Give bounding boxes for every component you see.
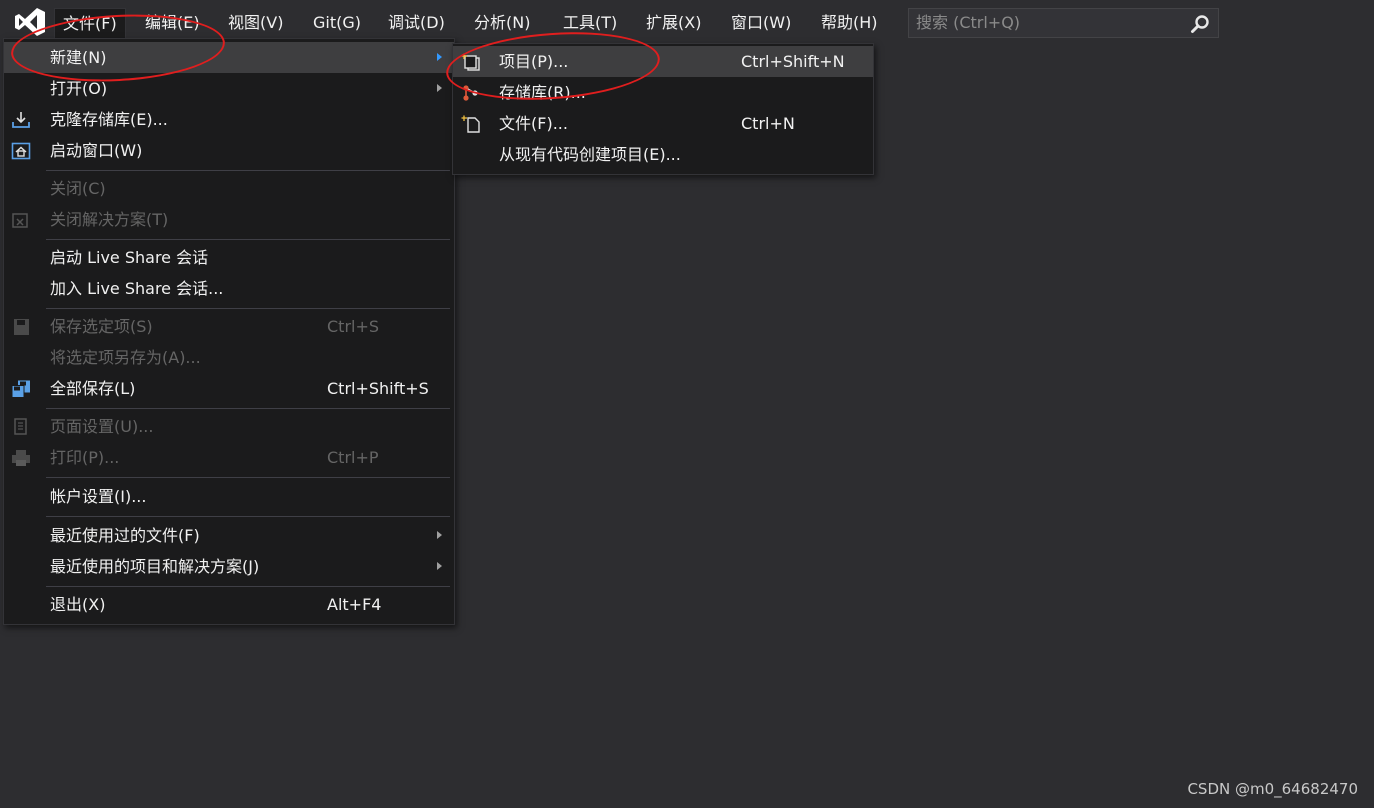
submenu-arrow-icon [437, 53, 442, 61]
menu-item-label: 克隆存储库(E)... [50, 110, 168, 129]
submenu-item-label: 存储库(R)... [499, 83, 586, 102]
menu-file[interactable]: 文件(F) [54, 8, 126, 38]
menu-item-label: 帐户设置(I)... [50, 487, 147, 506]
submenu-item-shortcut: Ctrl+Shift+N [741, 52, 845, 71]
search-input[interactable]: 搜索 (Ctrl+Q) [908, 8, 1219, 38]
menu-item-save-selected-as[interactable]: 将选定项另存为(A)... [4, 342, 454, 373]
menu-item-new[interactable]: 新建(N) [4, 42, 454, 73]
submenu-item-label: 项目(P)... [499, 52, 569, 71]
menu-item-label: 打开(O) [50, 79, 108, 98]
submenu-item-repository[interactable]: 存储库(R)... [453, 77, 873, 108]
menu-git[interactable]: Git(G) [305, 8, 369, 38]
menu-edit[interactable]: 编辑(E) [137, 8, 208, 38]
menu-separator [46, 516, 450, 517]
menu-item-label: 新建(N) [50, 48, 107, 67]
menu-item-recent-files[interactable]: 最近使用过的文件(F) [4, 520, 454, 551]
printer-icon [12, 450, 30, 466]
submenu-item-file[interactable]: 文件(F)... Ctrl+N [453, 108, 873, 139]
repository-icon [463, 85, 478, 101]
menu-item-start-live-share[interactable]: 启动 Live Share 会话 [4, 242, 454, 273]
clone-download-icon [12, 112, 30, 128]
menu-item-label: 加入 Live Share 会话... [50, 279, 224, 298]
watermark: CSDN @m0_64682470 [1187, 780, 1358, 798]
file-menu-dropdown: 新建(N) 打开(O) 克隆存储库(E)... 启动窗口(W) 关闭(C) 关闭… [3, 38, 455, 625]
menu-item-label: 启动窗口(W) [50, 141, 143, 160]
new-project-icon [461, 53, 480, 71]
save-all-icon [11, 380, 30, 398]
visual-studio-logo-icon[interactable] [14, 7, 46, 37]
menu-analyze[interactable]: 分析(N) [466, 8, 538, 38]
menu-item-shortcut: Ctrl+P [327, 448, 379, 467]
submenu-item-label: 文件(F)... [499, 114, 568, 133]
menu-item-exit[interactable]: 退出(X) Alt+F4 [4, 589, 454, 620]
menu-separator [46, 239, 450, 240]
menu-window[interactable]: 窗口(W) [723, 8, 799, 38]
menu-item-label: 打印(P)... [50, 448, 120, 467]
menu-item-label: 退出(X) [50, 595, 106, 614]
menu-item-save-all[interactable]: 全部保存(L) Ctrl+Shift+S [4, 373, 454, 404]
menu-item-label: 最近使用过的文件(F) [50, 526, 200, 545]
menu-item-label: 启动 Live Share 会话 [50, 248, 209, 267]
menu-debug[interactable]: 调试(D) [380, 8, 453, 38]
menu-tools[interactable]: 工具(T) [555, 8, 625, 38]
menu-item-start-window[interactable]: 启动窗口(W) [4, 135, 454, 166]
new-file-icon [461, 115, 480, 133]
menu-item-label: 全部保存(L) [50, 379, 136, 398]
search-icon[interactable] [1190, 14, 1210, 34]
submenu-item-label: 从现有代码创建项目(E)... [499, 145, 681, 164]
menu-item-recent-projects[interactable]: 最近使用的项目和解决方案(J) [4, 551, 454, 582]
menu-item-label: 最近使用的项目和解决方案(J) [50, 557, 260, 576]
menu-item-label: 关闭(C) [50, 179, 106, 198]
menu-item-label: 将选定项另存为(A)... [50, 348, 201, 367]
menu-separator [46, 586, 450, 587]
menu-item-close[interactable]: 关闭(C) [4, 173, 454, 204]
menu-item-shortcut: Ctrl+S [327, 317, 380, 336]
menu-separator [46, 308, 450, 309]
menu-separator [46, 477, 450, 478]
search-placeholder: 搜索 (Ctrl+Q) [916, 13, 1021, 32]
submenu-arrow-icon [437, 84, 442, 92]
menu-separator [46, 408, 450, 409]
menu-separator [46, 170, 450, 171]
submenu-arrow-icon [437, 562, 442, 570]
menu-item-clone-repository[interactable]: 克隆存储库(E)... [4, 104, 454, 135]
menu-item-label: 关闭解决方案(T) [50, 210, 169, 229]
new-submenu-dropdown: 项目(P)... Ctrl+Shift+N 存储库(R)... 文件(F)...… [452, 43, 874, 175]
visual-studio-window: 文件(F) 编辑(E) 视图(V) Git(G) 调试(D) 分析(N) 工具(… [0, 0, 1374, 808]
page-setup-icon [14, 418, 27, 435]
save-icon [14, 319, 29, 335]
submenu-item-project-from-existing-code[interactable]: 从现有代码创建项目(E)... [453, 139, 873, 170]
menu-item-open[interactable]: 打开(O) [4, 73, 454, 104]
menu-help[interactable]: 帮助(H) [813, 8, 886, 38]
submenu-arrow-icon [437, 531, 442, 539]
menu-item-shortcut: Ctrl+Shift+S [327, 379, 429, 398]
submenu-item-shortcut: Ctrl+N [741, 114, 795, 133]
menu-view[interactable]: 视图(V) [220, 8, 291, 38]
menu-item-shortcut: Alt+F4 [327, 595, 382, 614]
menu-item-account-settings[interactable]: 帐户设置(I)... [4, 481, 454, 512]
menu-item-save-selected[interactable]: 保存选定项(S) Ctrl+S [4, 311, 454, 342]
menu-item-join-live-share[interactable]: 加入 Live Share 会话... [4, 273, 454, 304]
menu-item-label: 保存选定项(S) [50, 317, 153, 336]
menu-item-label: 页面设置(U)... [50, 417, 154, 436]
menu-item-page-setup[interactable]: 页面设置(U)... [4, 411, 454, 442]
menu-item-close-solution[interactable]: 关闭解决方案(T) [4, 204, 454, 235]
submenu-item-project[interactable]: 项目(P)... Ctrl+Shift+N [453, 46, 873, 77]
menu-extensions[interactable]: 扩展(X) [638, 8, 709, 38]
close-solution-icon [12, 213, 28, 228]
start-window-icon [11, 142, 31, 160]
menu-item-print[interactable]: 打印(P)... Ctrl+P [4, 442, 454, 473]
